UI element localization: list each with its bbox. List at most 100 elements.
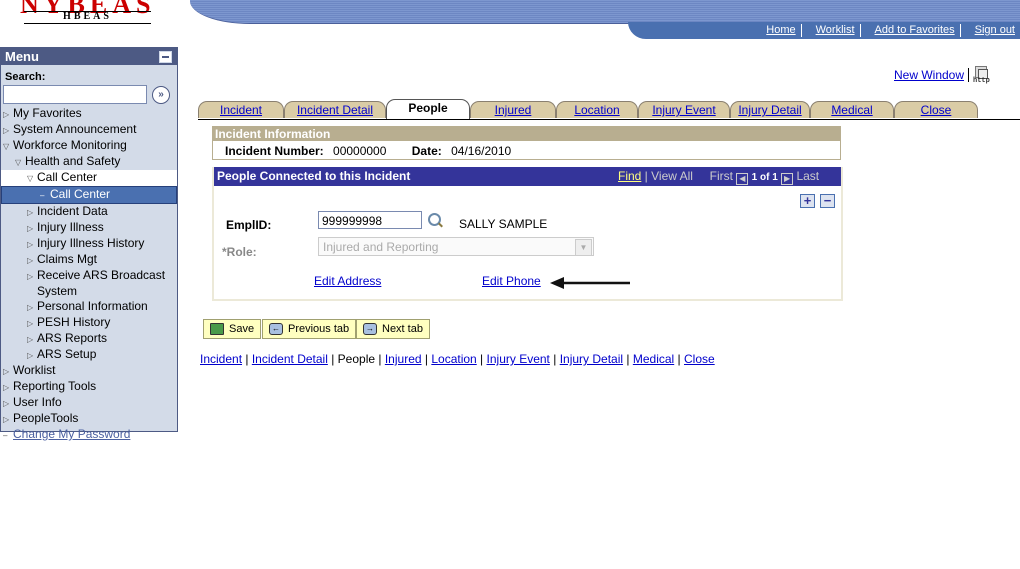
tab-injury-detail[interactable]: Injury Detail <box>730 101 810 118</box>
edit-phone-link[interactable]: Edit Phone <box>482 274 541 288</box>
next-tab-button[interactable]: → Next tab <box>356 319 430 339</box>
menu-item-label: Receive ARS Broadcast <box>37 268 166 282</box>
tab-location[interactable]: Location <box>556 101 638 118</box>
menu-item[interactable]: ▷ Injury Illness History <box>1 236 177 252</box>
tab-incident-detail[interactable]: Incident Detail <box>284 101 386 118</box>
save-button[interactable]: Save <box>203 319 262 339</box>
separator: | <box>375 352 385 366</box>
menu-item[interactable]: – Change My Password <box>1 427 177 443</box>
expand-triangle-icon: ▷ <box>3 367 10 376</box>
bottom-link-injured[interactable]: Injured <box>385 352 422 366</box>
tab-people[interactable]: People <box>386 99 470 119</box>
collapse-menu-icon[interactable] <box>159 51 172 63</box>
menu-item-label: PeopleTools <box>13 411 79 425</box>
menu-item[interactable]: ▷ ARS Setup <box>1 347 177 363</box>
header-banner <box>190 0 1020 24</box>
new-window-link[interactable]: New Window <box>894 68 964 82</box>
expand-triangle-icon: ▷ <box>27 335 34 344</box>
previous-row-icon[interactable]: ◀ <box>736 173 749 185</box>
search-row: » <box>1 83 177 104</box>
menu-item[interactable]: ▷ Claims Mgt <box>1 252 177 268</box>
menu-item-label: Incident Data <box>37 204 108 218</box>
bottom-link-medical[interactable]: Medical <box>633 352 674 366</box>
menu-item[interactable]: ▷ System Announcement <box>1 122 177 138</box>
chevron-down-icon[interactable]: ▼ <box>575 239 592 256</box>
bottom-link-close[interactable]: Close <box>684 352 715 366</box>
new-window-area: New Window http <box>894 66 990 85</box>
find-link[interactable]: Find <box>618 169 641 183</box>
collapse-triangle-icon: ▽ <box>15 158 22 167</box>
tab-label: Incident <box>219 103 263 117</box>
annotation-arrow-icon <box>550 277 630 289</box>
menu-item[interactable]: ▷ User Info <box>1 395 177 411</box>
tab-incident[interactable]: Incident <box>198 101 284 118</box>
menu-item[interactable]: ▷ ARS Reports <box>1 331 177 347</box>
search-go-icon[interactable]: » <box>152 85 170 104</box>
date-label: Date: <box>411 144 442 158</box>
separator <box>968 68 970 82</box>
separator: | <box>549 352 560 366</box>
bottom-link-incident-detail[interactable]: Incident Detail <box>252 352 328 366</box>
menu-item[interactable]: ▷ Receive ARS Broadcast System <box>1 268 177 299</box>
view-all-link[interactable]: View All <box>651 169 693 183</box>
tab-close[interactable]: Close <box>894 101 978 118</box>
menu-item[interactable]: ▷ Worklist <box>1 363 177 379</box>
menu-item[interactable]: ▽ Workforce Monitoring <box>1 138 177 154</box>
tab-label: Close <box>920 103 952 117</box>
expand-triangle-icon: ▷ <box>3 383 10 392</box>
bottom-link-injury-event[interactable]: Injury Event <box>487 352 550 366</box>
tab-injured[interactable]: Injured <box>470 101 556 118</box>
sign-out-link[interactable]: Sign out <box>959 24 1020 37</box>
menu-search-input[interactable] <box>3 85 147 104</box>
tab-medical[interactable]: Medical <box>810 101 894 118</box>
menu-item-label: My Favorites <box>13 106 82 120</box>
role-select[interactable]: Injured and Reporting ▼ <box>318 237 594 256</box>
menu-item-label: Call Center <box>50 187 111 201</box>
expand-triangle-icon: ▷ <box>27 351 34 360</box>
emplid-input[interactable]: 999999998 <box>318 211 422 229</box>
menu-item[interactable]: ▷ Injury Illness <box>1 220 177 236</box>
menu-item-label: System Announcement <box>13 122 137 136</box>
bottom-link-location[interactable]: Location <box>431 352 476 366</box>
previous-tab-button[interactable]: ← Previous tab <box>262 319 357 339</box>
next-row-icon[interactable]: ▶ <box>781 173 794 185</box>
tab-label: Injured <box>494 103 532 117</box>
first-label: First <box>709 169 733 183</box>
add-to-favorites-link[interactable]: Add to Favorites <box>859 24 960 37</box>
menu-item[interactable]: ▷ PESH History <box>1 315 177 331</box>
menu-item[interactable]: ▷ Incident Data <box>1 204 177 220</box>
menu-item-label: PESH History <box>37 315 111 329</box>
separator: | <box>476 352 487 366</box>
menu-panel: Menu Search: » ▷ My Favorites ▷ System Anno… <box>0 47 178 441</box>
people-grid-header: People Connected to this Incident Find |… <box>214 167 841 186</box>
menu-item-label: Health and Safety <box>25 154 121 168</box>
people-grid-title: People Connected to this Incident <box>217 169 411 183</box>
tab-injury-event[interactable]: Injury Event <box>638 101 730 118</box>
add-row-button[interactable]: + <box>800 194 815 208</box>
tab-label: Injury Detail <box>738 103 802 117</box>
incident-info-row: Incident Number: 00000000 Date: 04/16/20… <box>213 141 840 158</box>
bottom-link-injury-detail[interactable]: Injury Detail <box>560 352 623 366</box>
menu-item[interactable]: ▽ Health and Safety <box>1 154 177 170</box>
separator: | <box>327 352 338 366</box>
menu-item[interactable]: ▷ PeopleTools <box>1 411 177 427</box>
delete-row-button[interactable]: − <box>820 194 835 208</box>
menu-item[interactable]: ▷ My Favorites <box>1 106 177 122</box>
edit-address-link[interactable]: Edit Address <box>314 274 381 288</box>
collapse-triangle-icon: ▽ <box>27 174 34 183</box>
role-label: *Role: <box>222 245 257 259</box>
menu-item[interactable]: ▷ Reporting Tools <box>1 379 177 395</box>
home-link[interactable]: Home <box>752 24 800 37</box>
next-tab-label: Next tab <box>382 323 423 335</box>
menu-item[interactable]: ▷ Personal Information <box>1 299 177 315</box>
lookup-icon[interactable] <box>428 213 441 226</box>
menu-item[interactable]: – Call Center <box>1 186 177 204</box>
menu-item-label: Workforce Monitoring <box>13 138 127 152</box>
worklist-link[interactable]: Worklist <box>800 24 860 37</box>
people-connected-grid: People Connected to this Incident Find |… <box>212 167 843 301</box>
logo-subtitle: HBEAS <box>63 11 112 22</box>
menu-item[interactable]: ▽ Call Center <box>1 170 177 186</box>
expand-triangle-icon: ▷ <box>3 415 10 424</box>
http-icon[interactable]: http <box>973 66 990 85</box>
bottom-link-incident[interactable]: Incident <box>200 352 242 366</box>
